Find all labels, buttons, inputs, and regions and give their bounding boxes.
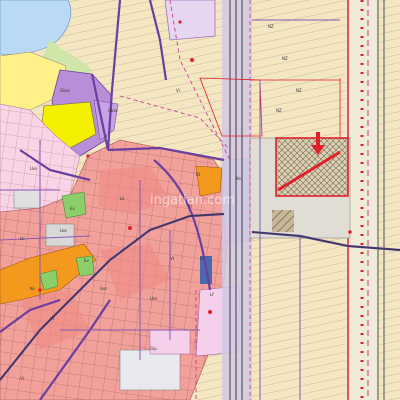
zone-label: Lke bbox=[30, 166, 37, 171]
zone-label: Lf bbox=[210, 292, 214, 297]
zone-label: Gksz bbox=[60, 88, 70, 93]
watermark: ingatlan.com bbox=[150, 193, 235, 208]
zone-label: Kt bbox=[196, 172, 201, 177]
zoning-map[interactable]: NZ NZ NZ NZ Vi Vi Gksz Gksz Lke Lke Lke Lke Lk Lk Vt Vt… bbox=[0, 0, 400, 400]
development-area-hatched bbox=[275, 137, 349, 197]
zone-label: Lf bbox=[200, 256, 204, 261]
zone-label: NZ bbox=[296, 88, 302, 93]
zone-label: Ev bbox=[84, 258, 90, 263]
institutional-block bbox=[13, 189, 41, 209]
zone-label: Lk bbox=[120, 196, 125, 201]
development-area-hatched-small bbox=[272, 210, 294, 232]
zone-label: NZ bbox=[282, 56, 288, 61]
zone-label: Vi bbox=[176, 88, 180, 93]
zone-label: Lke bbox=[150, 296, 157, 301]
industrial-zone-top bbox=[164, 0, 216, 41]
zone-label: NZ bbox=[268, 24, 274, 29]
zone-label: Ev bbox=[70, 206, 76, 211]
mixed-use-zone-orange-small bbox=[195, 165, 223, 197]
zone-label: Gksz bbox=[108, 108, 118, 113]
map-drawing: NZ NZ NZ NZ Vi Vi Gksz Gksz Lke Lke Lke Lke Lk Lk Vt Vt… bbox=[0, 0, 400, 400]
zone-label: Vi bbox=[20, 376, 24, 381]
zone-label: Lke bbox=[60, 228, 67, 233]
institutional-block bbox=[119, 349, 181, 391]
zone-label: Ke bbox=[30, 286, 35, 291]
zone-label: Lk bbox=[20, 236, 25, 241]
zone-label: Ke bbox=[236, 176, 241, 181]
green-zone bbox=[61, 191, 87, 219]
zone-label: Vt bbox=[170, 256, 175, 261]
zone-label: Gip bbox=[150, 346, 157, 351]
zone-label: Vt bbox=[50, 316, 55, 321]
zone-label: NZ bbox=[276, 108, 282, 113]
zone-label: Lke bbox=[100, 286, 107, 291]
